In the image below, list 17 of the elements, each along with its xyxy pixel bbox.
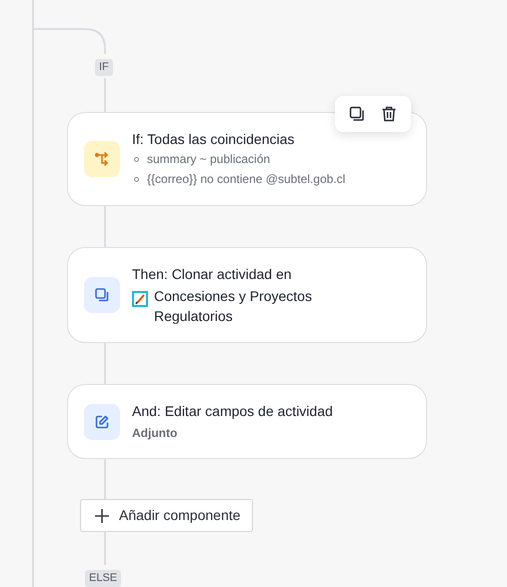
branch-label: ELSE [85,570,122,587]
field-name: Adjunto [132,425,178,442]
branch-label: IF [95,59,113,76]
branch-icon [84,141,120,177]
condition-text: {{correo}} no contiene @subtel.gob.cl [147,171,346,188]
condition-text: summary ~ publicación [147,151,270,168]
step-title: And: Editar campos de actividad [132,402,333,421]
bullet-icon [134,176,139,182]
plus-icon [95,508,109,522]
step-title: Then: Clonar actividad en [132,265,293,284]
edit-icon [84,404,120,440]
target-name: Concesiones y Proyectos Regulatorios [154,287,313,326]
duplicate-button[interactable] [347,104,367,124]
add-component-button[interactable]: Añadir componente [80,499,254,532]
bullet-icon [134,156,139,162]
step-title: If: Todas las coincidencias [132,130,296,149]
copy-icon [84,277,120,313]
